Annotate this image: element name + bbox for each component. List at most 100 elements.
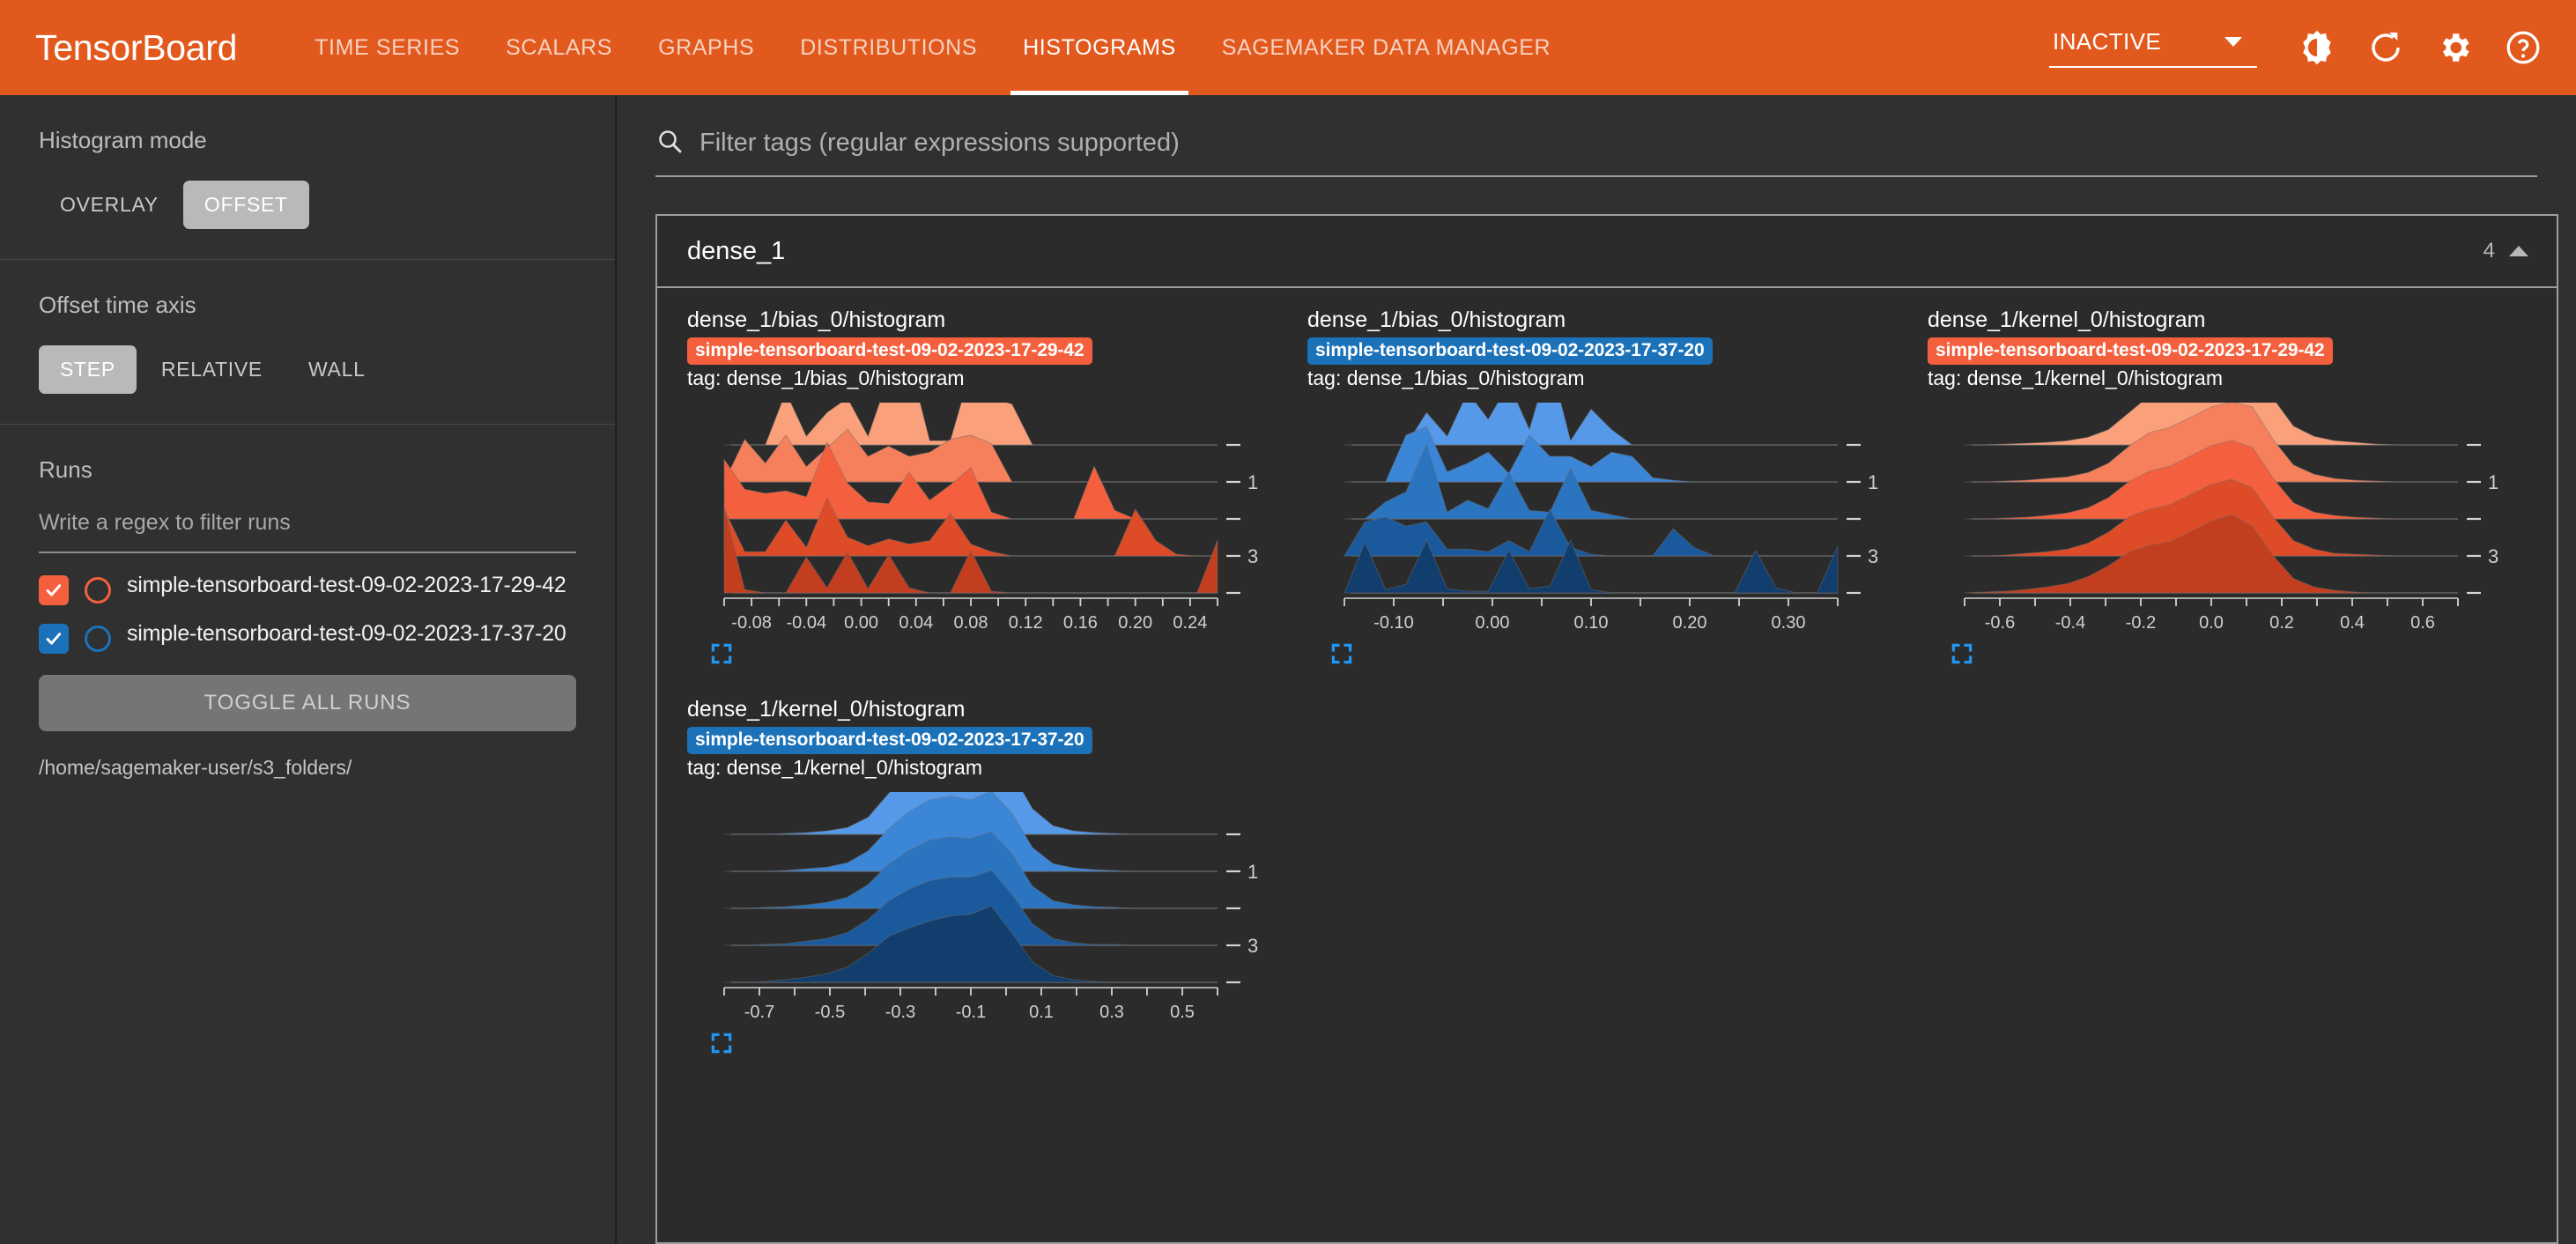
toggle-all-runs-button[interactable]: TOGGLE ALL RUNS (39, 675, 576, 731)
logdir-path: /home/sagemaker-user/s3_folders/ (39, 756, 352, 779)
chevron-up-icon[interactable] (2509, 246, 2528, 256)
chart-plot-area[interactable]: -0.08 -0.04 0.00 0.04 0.08 0.12 0.16 0.20 0.24 1 3 (687, 403, 1295, 635)
offset-time-axis-option-step[interactable]: STEP (39, 345, 137, 394)
nav-tab-sagemaker-data-manager[interactable]: SAGEMAKER DATA MANAGER (1199, 0, 1573, 95)
nav-tab-label: SAGEMAKER DATA MANAGER (1221, 34, 1551, 60)
svg-text:0.16: 0.16 (1063, 613, 1098, 633)
brightness-icon[interactable] (2296, 26, 2338, 69)
svg-text:-0.08: -0.08 (731, 613, 772, 633)
chart-run-badge: simple-tensorboard-test-09-02-2023-17-29… (687, 337, 1092, 365)
svg-text:0.00: 0.00 (1476, 613, 1510, 633)
svg-text:0.3: 0.3 (1099, 1003, 1124, 1022)
run-item[interactable]: simple-tensorboard-test-09-02-2023-17-37… (39, 621, 576, 654)
nav-tab-label: SCALARS (506, 34, 613, 60)
expand-fullscreen-icon[interactable] (1329, 641, 1915, 667)
runs-list: simple-tensorboard-test-09-02-2023-17-29… (39, 573, 576, 654)
tag-filter-placeholder: Filter tags (regular expressions support… (700, 129, 1180, 157)
nav-tab-time-series[interactable]: TIME SERIES (292, 0, 483, 95)
tag-group-card: dense_1 4 dense_1/bias_0/histogramsimple… (655, 214, 2558, 1244)
histogram-chart: dense_1/bias_0/histogram simple-tensorboa… (687, 307, 1295, 667)
runs-title: Runs (39, 456, 93, 483)
svg-text:0.24: 0.24 (1173, 613, 1207, 633)
chart-title: dense_1/kernel_0/histogram (687, 697, 966, 722)
tag-filter-bar[interactable]: Filter tags (regular expressions support… (655, 127, 2537, 177)
main-nav: TIME SERIES SCALARS GRAPHS DISTRIBUTIONS HIS… (292, 0, 1573, 95)
svg-text:0.30: 0.30 (1772, 613, 1806, 633)
offset-time-axis-toggle-group: STEP RELATIVE WALL (39, 345, 576, 394)
expand-fullscreen-icon[interactable] (1949, 641, 2535, 667)
chart-plot-area[interactable]: -0.7 -0.5 -0.3 -0.1 0.1 0.3 0.5 1 3 (687, 792, 1295, 1025)
svg-text:-0.7: -0.7 (744, 1003, 774, 1022)
svg-text:0.08: 0.08 (954, 613, 988, 633)
histogram-mode-toggle-group: OVERLAY OFFSET (39, 181, 576, 229)
settings-gear-icon[interactable] (2433, 26, 2476, 69)
header-actions: INACTIVE (2049, 26, 2544, 69)
svg-text:1: 1 (1868, 471, 1878, 493)
tag-group-count: 4 (2483, 239, 2495, 263)
svg-text:-0.2: -0.2 (2126, 613, 2156, 633)
svg-text:3: 3 (1247, 935, 1258, 957)
nav-tab-scalars[interactable]: SCALARS (483, 0, 635, 95)
svg-text:0.00: 0.00 (844, 613, 878, 633)
run-checkbox[interactable] (39, 575, 69, 605)
runs-filter-input[interactable] (39, 507, 576, 553)
svg-text:1: 1 (1247, 861, 1258, 883)
chart-plot-area[interactable]: -0.6 -0.4 -0.2 0.0 0.2 0.4 0.6 1 3 (1928, 403, 2535, 635)
svg-text:-0.4: -0.4 (2055, 613, 2085, 633)
svg-text:0.04: 0.04 (899, 613, 933, 633)
svg-text:1: 1 (2488, 471, 2498, 493)
tag-group-meta: 4 (2483, 239, 2528, 263)
histogram-mode-option-overlay[interactable]: OVERLAY (39, 181, 180, 229)
offset-time-axis-option-relative[interactable]: RELATIVE (140, 345, 284, 394)
chart-plot-area[interactable]: -0.10 0.00 0.10 0.20 0.30 1 3 (1307, 403, 1915, 635)
svg-text:-0.5: -0.5 (815, 1003, 845, 1022)
histogram-mode-option-offset[interactable]: OFFSET (182, 181, 309, 229)
app-brand: TensorBoard (35, 26, 238, 68)
chart-run-badge: simple-tensorboard-test-09-02-2023-17-29… (1928, 337, 2333, 365)
svg-text:0.1: 0.1 (1029, 1003, 1054, 1022)
run-checkbox[interactable] (39, 624, 69, 654)
run-label: simple-tensorboard-test-09-02-2023-17-29… (127, 573, 566, 597)
search-icon (655, 127, 684, 159)
chart-title: dense_1/kernel_0/histogram (1928, 307, 2206, 332)
svg-text:0.10: 0.10 (1574, 613, 1609, 633)
main-content: Filter tags (regular expressions support… (617, 95, 2576, 1244)
svg-text:1: 1 (1247, 471, 1258, 493)
nav-tab-label: TIME SERIES (315, 34, 461, 60)
tag-group-header[interactable]: dense_1 4 (657, 216, 2557, 288)
help-icon[interactable] (2502, 26, 2544, 69)
svg-text:0.0: 0.0 (2199, 613, 2224, 633)
nav-tab-label: GRAPHS (658, 34, 755, 60)
svg-text:0.5: 0.5 (1170, 1003, 1195, 1022)
run-item[interactable]: simple-tensorboard-test-09-02-2023-17-29… (39, 573, 576, 605)
chart-title: dense_1/bias_0/histogram (1307, 307, 1566, 332)
svg-text:-0.1: -0.1 (956, 1003, 986, 1022)
nav-tab-distributions[interactable]: DISTRIBUTIONS (777, 0, 1000, 95)
svg-text:-0.3: -0.3 (885, 1003, 915, 1022)
chart-run-badge: simple-tensorboard-test-09-02-2023-17-37… (687, 726, 1092, 754)
expand-fullscreen-icon[interactable] (708, 641, 1295, 667)
refresh-icon[interactable] (2365, 26, 2407, 69)
svg-text:0.20: 0.20 (1673, 613, 1707, 633)
histogram-chart: dense_1/kernel_0/histogram simple-tensorb… (687, 697, 1295, 1056)
run-label: simple-tensorboard-test-09-02-2023-17-37… (127, 621, 566, 646)
svg-text:3: 3 (2488, 545, 2498, 567)
expand-fullscreen-icon[interactable] (708, 1030, 1295, 1056)
nav-tab-histograms[interactable]: HISTOGRAMS (1000, 0, 1199, 95)
svg-text:0.2: 0.2 (2269, 613, 2294, 633)
chart-tag-label: tag: dense_1/kernel_0/histogram (687, 755, 982, 779)
offset-time-axis-option-wall[interactable]: WALL (287, 345, 387, 394)
nav-tab-graphs[interactable]: GRAPHS (635, 0, 777, 95)
svg-text:0.12: 0.12 (1009, 613, 1043, 633)
svg-text:0.4: 0.4 (2340, 613, 2365, 633)
sidebar: Histogram mode OVERLAY OFFSET Offset tim… (0, 95, 617, 1244)
chevron-down-icon (2224, 36, 2243, 47)
histogram-chart: dense_1/kernel_0/histogram simple-tensorb… (1928, 307, 2535, 667)
status-dropdown[interactable]: INACTIVE (2049, 28, 2257, 68)
chart-tag-label: tag: dense_1/kernel_0/histogram (1928, 366, 2223, 389)
chart-title: dense_1/bias_0/histogram (687, 307, 946, 332)
tag-group-title: dense_1 (687, 236, 786, 265)
histogram-mode-title: Histogram mode (39, 127, 207, 153)
svg-text:-0.6: -0.6 (1985, 613, 2015, 633)
nav-tab-label: HISTOGRAMS (1023, 34, 1176, 60)
